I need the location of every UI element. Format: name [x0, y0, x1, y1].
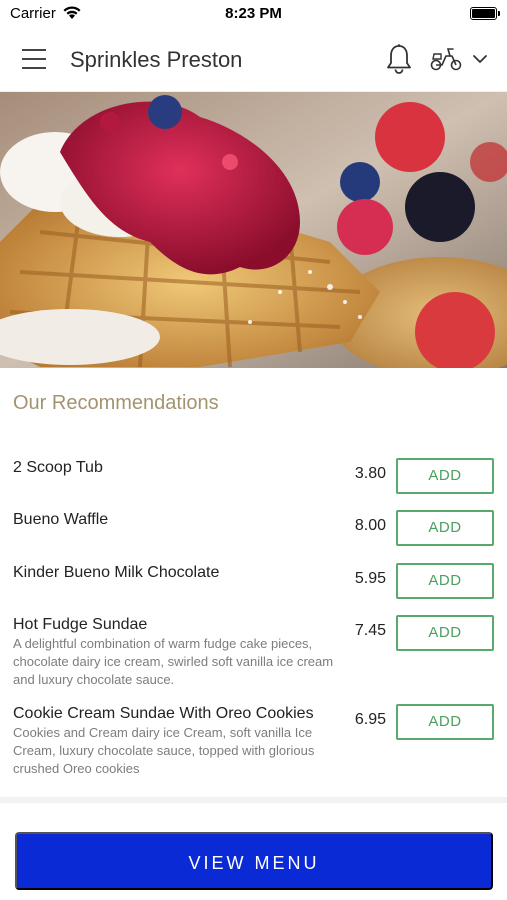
menu-item-name: Cookie Cream Sundae With Oreo Cookies: [13, 705, 314, 722]
add-button[interactable]: ADD: [396, 510, 494, 546]
menu-item-description: A delightful combination of warm fudge c…: [13, 636, 334, 687]
add-button[interactable]: ADD: [396, 563, 494, 599]
menu-item-name: 2 Scoop Tub: [13, 459, 103, 476]
menu-item-name: Hot Fudge Sundae: [13, 616, 148, 633]
menu-item-name: Bueno Waffle: [13, 511, 109, 528]
view-menu-button[interactable]: VIEW MENU: [15, 832, 493, 890]
menu-item-price: 7.45: [354, 622, 386, 639]
menu-icon[interactable]: [22, 49, 48, 71]
menu-item-price: 3.80: [354, 465, 386, 482]
divider: [0, 797, 507, 803]
add-button[interactable]: ADD: [396, 615, 494, 651]
menu-item-price: 6.95: [354, 711, 386, 728]
battery-icon: [470, 7, 500, 20]
menu-item-price: 8.00: [354, 517, 386, 534]
recommendations-title: Our Recommendations: [13, 392, 219, 414]
menu-item-description: Cookies and Cream dairy ice Cream, soft …: [13, 725, 315, 776]
add-button[interactable]: ADD: [396, 458, 494, 494]
menu-item-price: 5.95: [354, 570, 386, 587]
chevron-down-icon[interactable]: [472, 53, 488, 65]
status-bar: Carrier 8:23 PM: [0, 0, 507, 28]
scooter-icon[interactable]: [430, 46, 462, 72]
status-time: 8:23 PM: [225, 5, 282, 22]
waffle-photo: [0, 92, 507, 368]
menu-item-name: Kinder Bueno Milk Chocolate: [13, 564, 220, 581]
app-header: Sprinkles Preston: [0, 28, 507, 92]
bell-icon[interactable]: [384, 43, 414, 75]
add-button[interactable]: ADD: [396, 704, 494, 740]
page-title: Sprinkles Preston: [70, 47, 243, 72]
hero-image: [0, 92, 507, 368]
